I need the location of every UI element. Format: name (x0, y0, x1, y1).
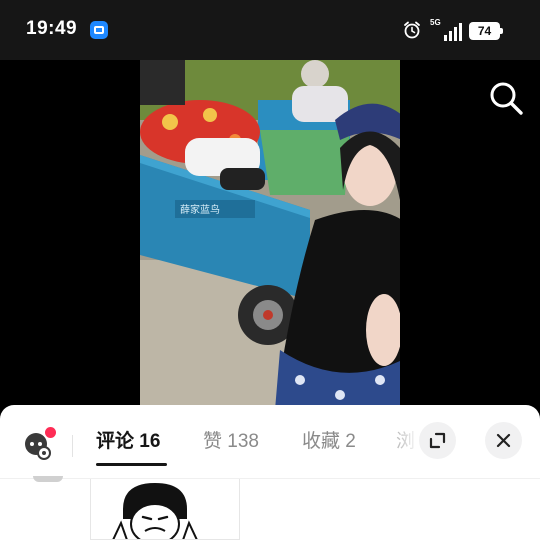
signal-bar (459, 23, 462, 41)
battery-level: 74 (469, 22, 500, 40)
comments-sheet: 评论 16 赞 138 收藏 2 浏 (0, 405, 540, 540)
battery-icon: 74 (469, 22, 503, 40)
signal-icon: 5G (430, 18, 464, 41)
tab-comments[interactable]: 评论 16 (96, 426, 160, 453)
network-type: 5G (430, 18, 441, 27)
header-divider (72, 435, 73, 457)
app-notification-icon (90, 21, 108, 39)
status-time: 19:49 (26, 18, 78, 39)
active-tab-indicator (96, 463, 167, 466)
sheet-header: 评论 16 赞 138 收藏 2 浏 (0, 405, 540, 477)
expand-icon (429, 432, 446, 449)
expand-button[interactable] (419, 422, 456, 459)
avatar (33, 476, 63, 482)
close-button[interactable] (485, 422, 522, 459)
svg-text:薛家蓝鸟: 薛家蓝鸟 (180, 203, 220, 216)
screen: 19:49 5G 74 薛家蓝鸟 评论 16 赞 138 收藏 2 (0, 0, 540, 540)
status-bar: 19:49 5G 74 (0, 0, 540, 60)
meme-sticker (112, 483, 198, 539)
tab-favorites[interactable]: 收藏 2 (302, 426, 356, 453)
header-separator (0, 478, 540, 479)
signal-bar (449, 31, 452, 41)
signal-bar (454, 27, 457, 41)
video-frame[interactable]: 薛家蓝鸟 (140, 60, 400, 410)
battery-cap (500, 28, 503, 34)
close-icon (496, 433, 511, 448)
tab-fade (380, 417, 420, 465)
notification-dot (45, 427, 56, 438)
search-icon[interactable] (488, 80, 524, 116)
signal-bar (444, 35, 447, 41)
alarm-icon (404, 21, 420, 39)
video-player[interactable]: 薛家蓝鸟 (0, 60, 540, 410)
video-thumbnail-illustration: 薛家蓝鸟 (140, 60, 400, 410)
tab-likes[interactable]: 赞 138 (203, 426, 259, 453)
comment-sticker-image[interactable] (90, 479, 240, 540)
